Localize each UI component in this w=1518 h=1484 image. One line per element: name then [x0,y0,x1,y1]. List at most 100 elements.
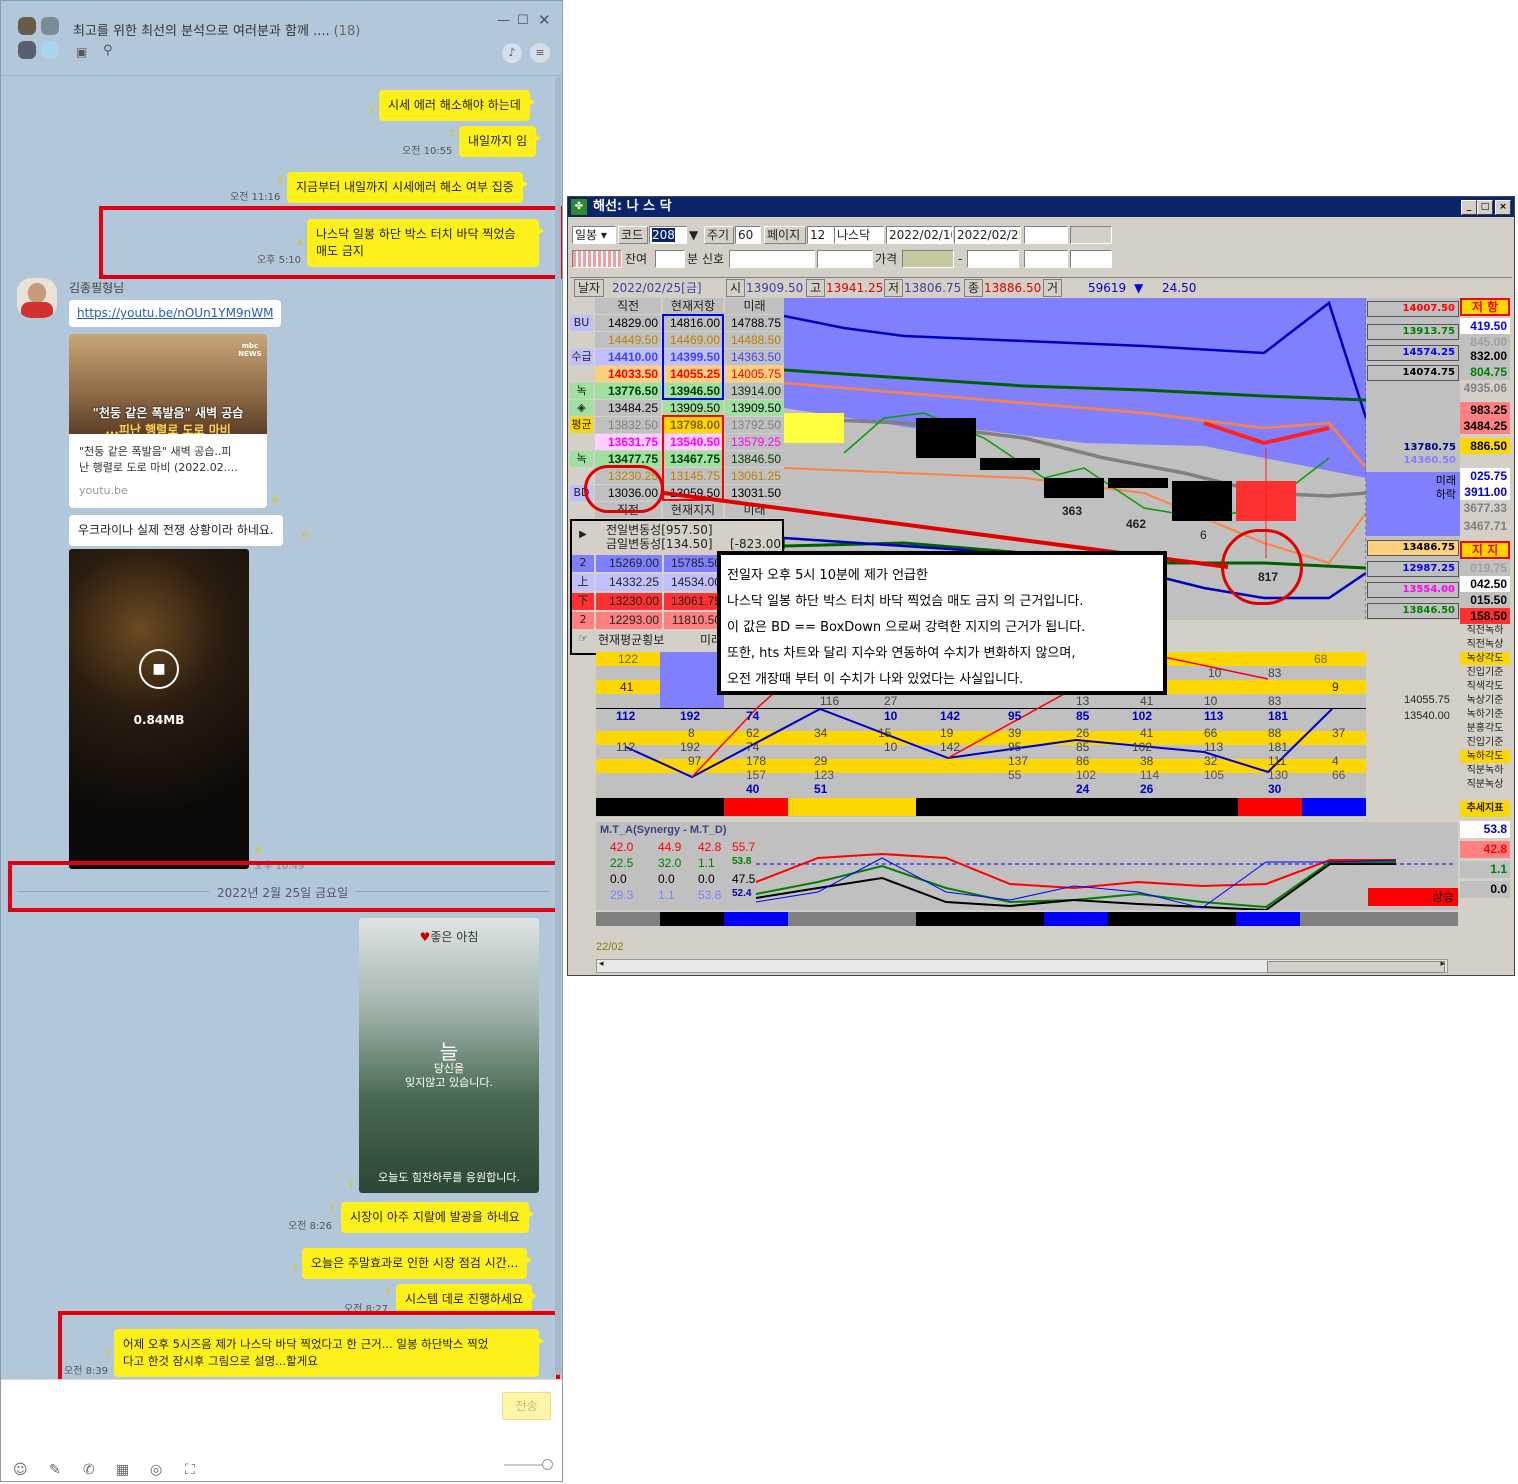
indicator-strip [596,912,1458,926]
indicator-label: 진입기준 [1460,736,1510,749]
rise-label: 상승 [1368,888,1458,906]
video-play-icon[interactable]: ■ [139,649,179,689]
read-count: 6 [302,531,308,541]
chat-scrollbar[interactable] [555,77,561,1375]
indicator-value: 47.5 [732,872,756,886]
osc-value: 38 [1140,754,1154,768]
scroll-left-icon[interactable]: ◂ [599,959,604,969]
message-bubble[interactable]: 나스닥 일봉 하단 박스 터치 바닥 찍었슴 매도 금지 [307,219,544,267]
osc-value: 181 [1268,740,1289,754]
osc-value: 19 [940,726,954,740]
live-icon[interactable]: ◎ [150,1462,162,1478]
osc-value: 112 [616,709,636,723]
osc-value: 85 [1076,709,1090,723]
osc-value: 10 [1204,694,1218,708]
message-bubble[interactable]: 지금부터 내일까지 시세에러 해소 여부 집중 [287,172,528,203]
osc-value: 102 [1132,740,1153,754]
resist-title: 저 항 [1460,298,1510,316]
read-count: 4 [297,239,303,249]
osc-value: 123 [814,768,835,782]
message-bubble[interactable]: 우크라이나 실제 전쟁 상황이라 하네요. [69,515,283,546]
link-bubble[interactable]: https://youtu.be/nOUn1YM9nWM [69,300,282,327]
osc-value: 116 [820,694,840,708]
resist-value: 3911.00 [1460,484,1510,500]
support-value: 158.50 [1460,608,1510,624]
osc-value: 105 [1204,768,1225,782]
osc-value: 66 [1332,768,1346,782]
message-bubble[interactable]: 시장이 아주 지랄에 발광을 하네요 [341,1202,534,1233]
image-message[interactable]: ♥좋은 아침 늘 당신을 잊지않고 있습니다. 오늘도 힘찬하루를 응원합니다. [359,918,539,1193]
osc-value: 102 [1076,768,1097,782]
message-time: 오전 8:26 [288,1221,333,1232]
osc-value: 83 [1268,694,1282,708]
read-count: 7 [385,1288,391,1298]
indicator-label: 직분녹상 [1460,778,1510,791]
osc-value: 34 [814,726,828,740]
osc-value: 9 [1332,680,1339,694]
support-value: 015.50 [1460,592,1510,608]
emoji-icon[interactable]: ☺ [13,1462,28,1478]
maximize-button[interactable]: ☐ [517,13,529,28]
osc-value: 26 [1140,782,1154,796]
osc-value: 192 [680,709,701,723]
menu-icon[interactable]: ≡ [530,43,550,63]
indicator-label: 직색각도 [1460,680,1510,693]
preview-domain: youtu.be [79,484,128,497]
message-time: 오후 5:10 [257,255,302,266]
member-count: (18) [333,24,361,39]
send-button[interactable]: 전송 [502,1392,551,1420]
card-sub-text: 당신을 잊지않고 있습니다. [405,1062,493,1089]
x-axis-label: 22/02 [596,941,624,953]
osc-value: 41 [1140,694,1154,708]
minimize-button[interactable]: — [497,13,510,28]
support-title: 지 지 [1460,541,1510,559]
osc-value: 74 [746,709,760,723]
osc-value: 113 [1204,740,1224,754]
sender-avatar[interactable] [17,278,57,318]
drawer-icon[interactable]: ▣ [76,45,87,59]
right-panel: 저 항 419.50 845.00 832.00 804.75 4935.06 983.2… [1460,298,1512,928]
video-message[interactable]: ■ 0.84MB [69,549,249,869]
preview-banner-sub: ...피난 행렬로 도로 마비 [105,423,231,434]
notification-bell-icon[interactable]: ♪ [502,43,522,63]
osc-value: 95 [1008,709,1022,723]
indicator-value: 42.8 [698,840,722,854]
call-icon[interactable]: ✆ [83,1462,95,1478]
osc-value: 8 [688,726,695,740]
zoom-slider-knob[interactable] [542,1459,553,1470]
read-count: 7 [104,1350,110,1360]
member-avatar [41,17,59,35]
date-divider: 2022년 2월 25일 금요일 [209,884,357,901]
capture-icon[interactable]: ⛶ [185,1462,195,1478]
osc-value: 157 [746,768,767,782]
message-bubble[interactable]: 어제 오후 5시즈음 제가 나스닥 바닥 찍었다고 한 근거... 일봉 하단박… [114,1329,544,1377]
horizontal-scrollbar[interactable]: ◂ ▸ [596,959,1448,973]
osc-value: 24 [1076,782,1090,796]
message-bubble[interactable]: 시세 에러 해소해야 하는데 [379,90,535,121]
calendar-icon[interactable]: ▦ [116,1462,129,1478]
chat-window: 최고를 위한 최선의 분석으로 여러분과 함께 .... (18) ▣ ⚲ — ☐… [0,0,563,1482]
link-preview-card[interactable]: mbc NEWS "천둥 같은 폭발음" 새벽 공습 ...피난 행렬로 도로 마… [69,334,267,508]
message-bubble[interactable]: 오늘은 주말효과로 인한 시장 점검 시간... [302,1248,533,1279]
osc-value: 85 [1076,740,1090,754]
message-time: 오전 10:55 [402,146,453,157]
attach-icon[interactable]: ✎ [49,1462,61,1478]
indicator-label: 직전녹하 [1460,624,1510,637]
close-button[interactable]: ✕ [538,11,551,29]
indicator-value: 1.1 [658,888,675,902]
scroll-right-icon[interactable]: ▸ [1440,959,1445,969]
chat-title[interactable]: 최고를 위한 최선의 분석으로 여러분과 함께 .... (18) [73,20,360,39]
osc-value: 95 [1008,740,1022,754]
video-size: 0.84MB [133,713,185,727]
scroll-thumb[interactable] [1267,961,1445,973]
osc-value: 10 [1208,666,1222,680]
osc-value: 55 [1008,768,1022,782]
message-bubble[interactable]: 내일까지 임 [459,126,542,157]
osc-value: 137 [1008,754,1029,768]
osc-right-value: 13540.00 [1404,710,1450,722]
youtube-link[interactable]: https://youtu.be/nOUn1YM9nWM [77,306,273,320]
osc-value: 142 [940,740,961,754]
card-big-text: 늘 [439,1040,459,1064]
search-icon[interactable]: ⚲ [103,43,113,58]
message-input-area[interactable]: 전송 ☺ ✎ ✆ ▦ ◎ ⛶ [1,1379,562,1481]
